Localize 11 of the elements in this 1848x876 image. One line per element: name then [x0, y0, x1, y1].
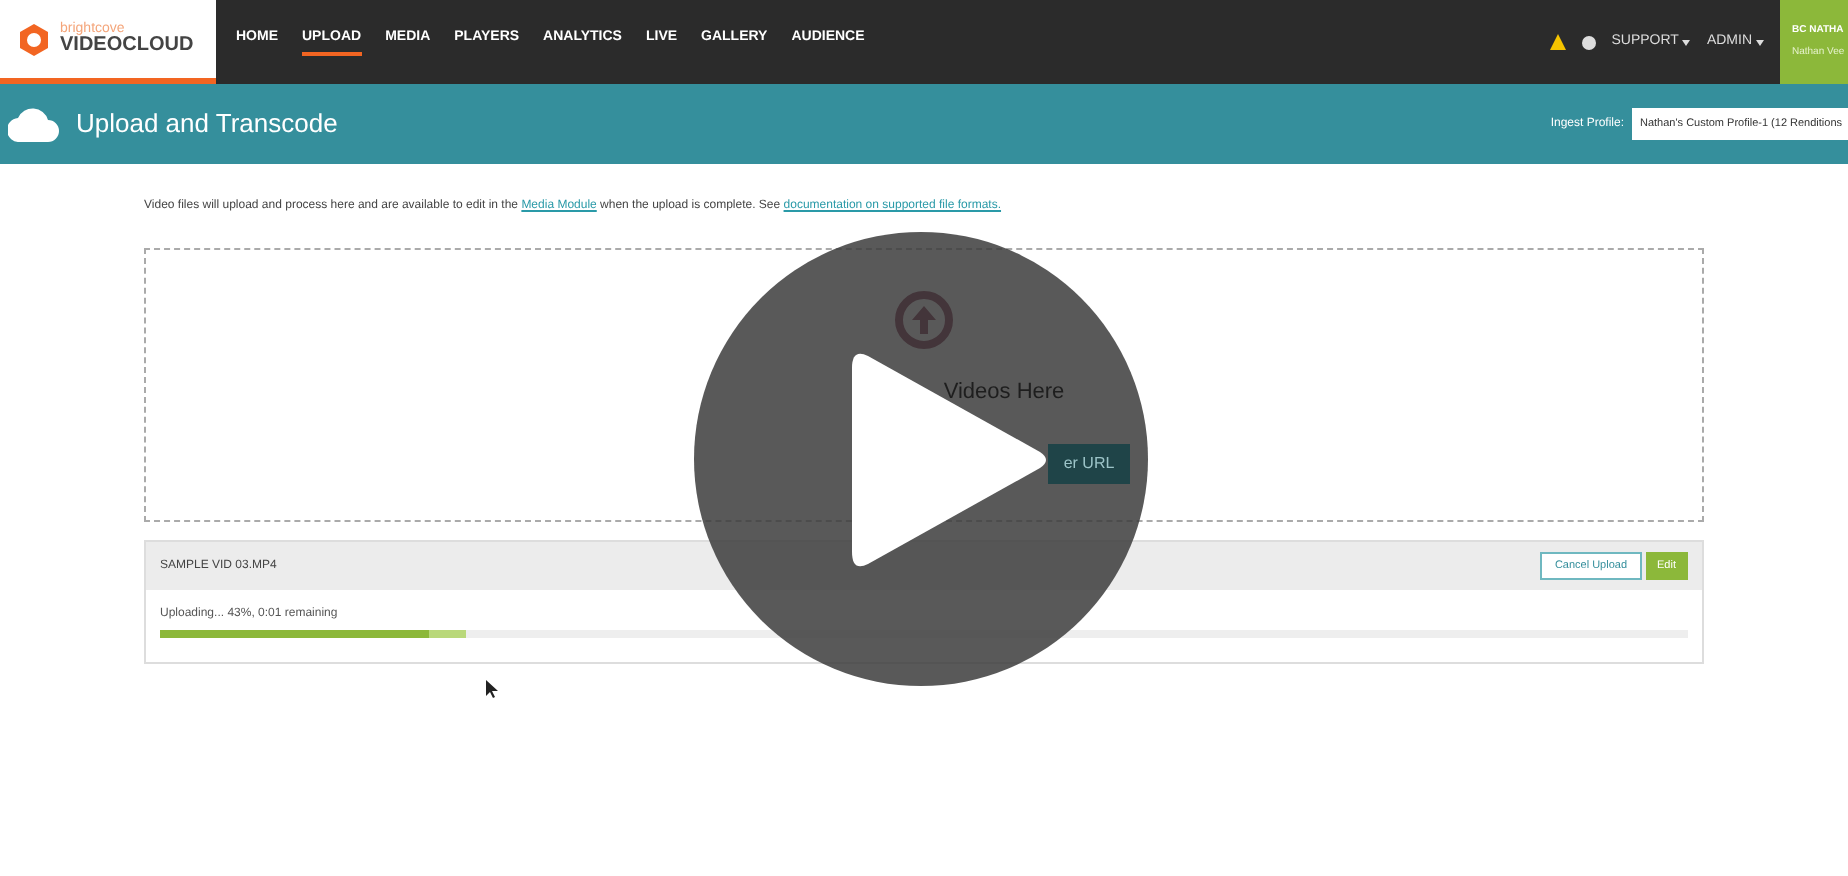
logo-icon	[16, 21, 52, 57]
enter-url-button[interactable]: er URL	[1047, 443, 1131, 483]
caret-icon	[1756, 39, 1764, 45]
cloud-icon	[8, 106, 60, 142]
brand-name: VIDEOCLOUD	[60, 36, 194, 56]
caret-icon	[1682, 39, 1691, 45]
drop-zone-title: Videos Here	[943, 378, 1065, 408]
warning-icon[interactable]	[1549, 34, 1566, 50]
page-title: Upload and Transcode	[76, 106, 338, 143]
notification-icon[interactable]	[1581, 35, 1596, 49]
cursor-icon	[486, 680, 498, 698]
